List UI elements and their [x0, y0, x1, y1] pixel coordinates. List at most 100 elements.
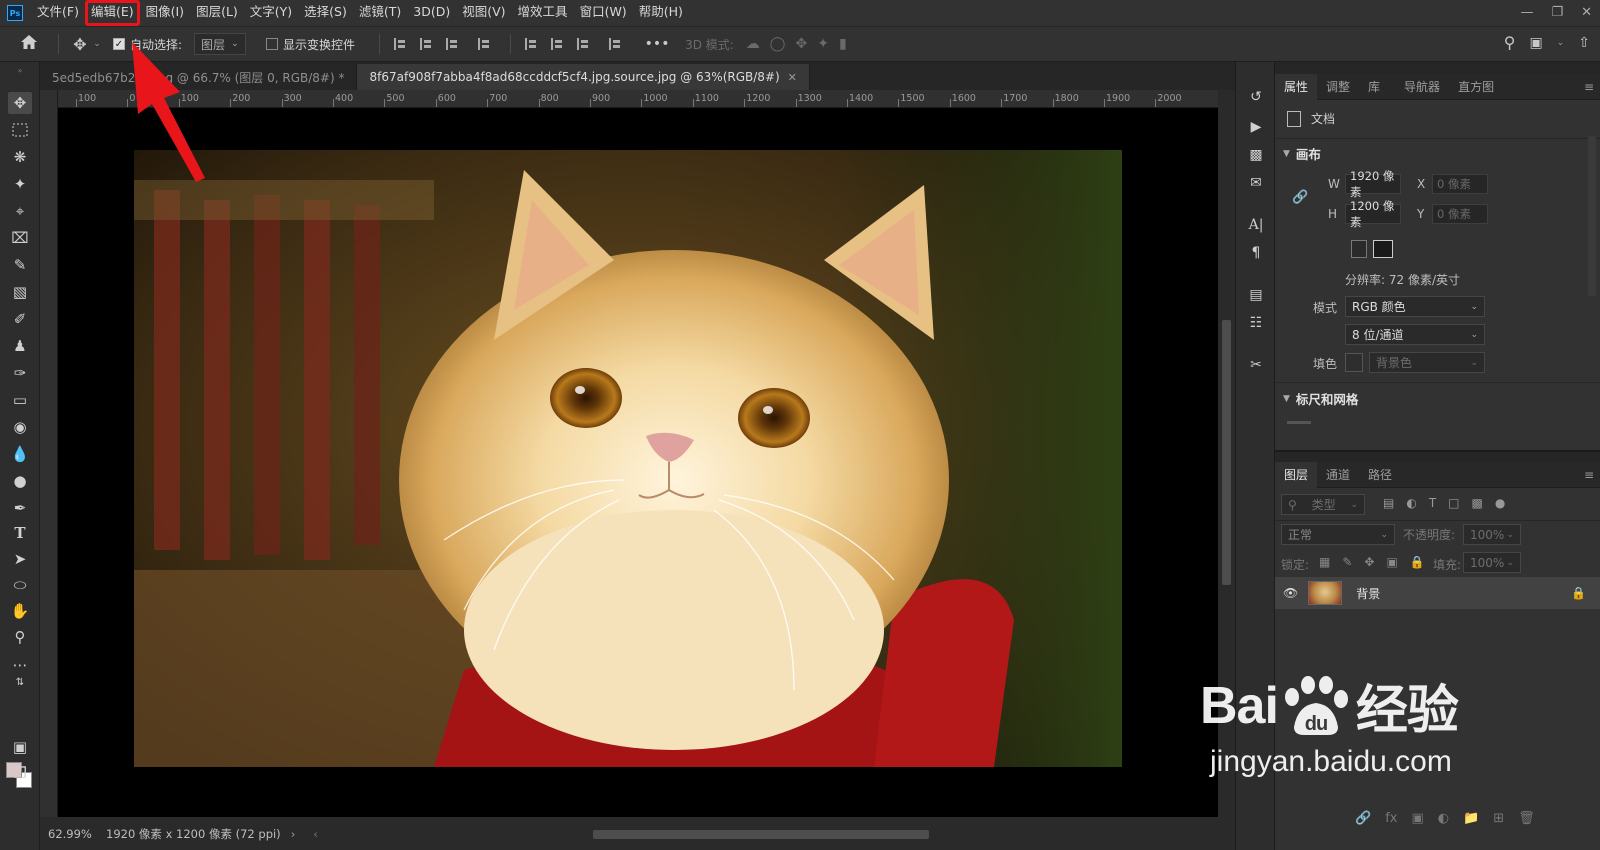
canvas-area[interactable] [58, 108, 1218, 817]
video-camera-icon[interactable]: ▮ [839, 36, 847, 52]
home-icon[interactable] [14, 34, 44, 54]
paragraph-icon[interactable]: ¶ [1245, 242, 1267, 264]
type-filter-icon[interactable]: T [1429, 496, 1436, 510]
tab-adjustments[interactable]: 调整 [1317, 74, 1359, 100]
bit-depth-dropdown[interactable]: 8 位/通道 ⌄ [1345, 324, 1485, 345]
link-icon[interactable]: 🔗 [1292, 190, 1308, 205]
panel-menu-icon[interactable]: ≡ [1584, 468, 1594, 482]
frame-tool-icon[interactable]: ⌧ [8, 227, 32, 249]
width-field[interactable]: 1920 像素 [1345, 169, 1401, 199]
type-tool-icon[interactable]: T [8, 522, 32, 544]
tools-preset-icon[interactable]: ✂ [1245, 354, 1267, 376]
rulers-grid-section-header[interactable]: ▼ 标尺和网格 [1283, 389, 1358, 408]
align-top-icon[interactable] [525, 38, 537, 50]
align-right-icon[interactable] [446, 38, 458, 50]
swap-colors-icon[interactable]: ⇅ [8, 676, 32, 688]
align-left-icon[interactable] [394, 38, 406, 50]
distribute-icon[interactable] [478, 38, 490, 50]
canvas-section-header[interactable]: ▼ 画布 [1283, 144, 1321, 163]
zoom-level[interactable]: 62.99% [48, 827, 98, 841]
quick-mask-icon[interactable]: ▣ [8, 736, 32, 758]
layer-effects-icon[interactable]: fx [1385, 811, 1397, 826]
checkbox-checked-icon[interactable]: ✓ [113, 38, 125, 50]
opacity-field[interactable]: 100% ⌄ [1463, 524, 1521, 545]
blend-mode-dropdown[interactable]: 正常 ⌄ [1281, 524, 1395, 545]
panel-menu-icon[interactable]: ≡ [1584, 80, 1594, 94]
fill-field[interactable]: 100% ⌄ [1463, 552, 1521, 573]
magic-wand-tool-icon[interactable]: ✦ [8, 173, 32, 195]
layer-lock-icon[interactable]: 🔒 [1571, 586, 1586, 600]
tab-document-1[interactable]: 5ed5edb67b274.jpg @ 66.7% (图层 0, RGB/8#)… [40, 64, 358, 90]
marquee-tool-icon[interactable] [8, 119, 32, 141]
more-options-icon[interactable]: ••• [643, 36, 671, 52]
layer-name[interactable]: 背景 [1356, 585, 1380, 602]
zoom-tool-icon[interactable]: ⚲ [8, 626, 32, 648]
minimize-icon[interactable]: — [1520, 5, 1533, 20]
character-icon[interactable]: A| [1245, 214, 1267, 236]
ellipse-tool-icon[interactable]: ⬭ [8, 574, 32, 596]
hand-tool-icon[interactable]: ✋ [8, 600, 32, 622]
document-image[interactable] [134, 150, 1122, 767]
tab-navigator[interactable]: 导航器 [1395, 74, 1449, 100]
orbit-3d-icon[interactable]: ☁ [746, 36, 760, 52]
scrollbar-thumb[interactable] [1222, 320, 1231, 585]
menu-select[interactable]: 选择(S) [298, 0, 353, 26]
search-icon[interactable]: ⚲ [1504, 33, 1516, 52]
align-center-icon[interactable] [420, 38, 432, 50]
checkbox-unchecked-icon[interactable] [266, 38, 279, 50]
lasso-tool-icon[interactable]: ❋ [8, 146, 32, 168]
delete-layer-icon[interactable]: 🗑 [1518, 811, 1535, 826]
actions-play-icon[interactable]: ▶ [1245, 116, 1267, 138]
close-tab-icon[interactable]: ✕ [788, 71, 797, 84]
menu-help[interactable]: 帮助(H) [633, 0, 689, 26]
fill-color-swatch[interactable] [1345, 353, 1363, 372]
menu-image[interactable]: 图像(I) [140, 0, 190, 26]
tab-libraries[interactable]: 库 [1359, 74, 1389, 100]
history-brush-tool-icon[interactable]: ✑ [8, 362, 32, 384]
libraries-icon[interactable]: ▤ [1245, 284, 1267, 306]
menu-window[interactable]: 窗口(W) [574, 0, 633, 26]
pixel-filter-icon[interactable]: ▤ [1383, 496, 1394, 510]
menu-layer[interactable]: 图层(L) [190, 0, 244, 26]
tab-channels[interactable]: 通道 [1317, 462, 1359, 488]
x-field[interactable]: 0 像素 [1432, 174, 1488, 194]
close-icon[interactable]: ✕ [1581, 5, 1592, 20]
adjustment-layer-icon[interactable]: ◐ [1438, 811, 1449, 826]
comments-icon[interactable]: ✉ [1245, 172, 1267, 194]
lock-all-icon[interactable]: 🔒 [1410, 555, 1425, 569]
menu-view[interactable]: 视图(V) [456, 0, 511, 26]
tab-paths[interactable]: 路径 [1359, 462, 1401, 488]
height-field[interactable]: 1200 像素 [1345, 199, 1401, 229]
path-selection-tool-icon[interactable]: ➤ [8, 548, 32, 570]
properties-scrollbar[interactable] [1588, 136, 1596, 296]
chevron-left-icon[interactable]: ‹ [313, 827, 318, 841]
filter-toggle-icon[interactable]: ● [1495, 496, 1505, 510]
plugins-icon[interactable]: ▩ [1245, 144, 1267, 166]
portrait-orientation-icon[interactable] [1351, 240, 1367, 258]
move-tool-icon[interactable]: ✥ [69, 35, 91, 54]
chevron-down-icon[interactable]: ⌄ [1557, 38, 1565, 48]
collapse-icon[interactable]: » [8, 66, 32, 75]
slide-3d-icon[interactable]: ✦ [817, 36, 829, 52]
tab-layers[interactable]: 图层 [1275, 461, 1318, 488]
crop-tool-icon[interactable]: ⌖ [8, 200, 32, 222]
chevron-down-icon[interactable]: ⌄ [91, 39, 103, 49]
menu-filter[interactable]: 滤镜(T) [353, 0, 407, 26]
visibility-eye-icon[interactable]: 👁 [1283, 586, 1298, 600]
drag-3d-icon[interactable]: ✥ [795, 36, 807, 52]
auto-select-dropdown[interactable]: 图层 ⌄ [194, 33, 247, 55]
color-mode-dropdown[interactable]: RGB 颜色 ⌄ [1345, 296, 1485, 317]
edit-toolbar-icon[interactable]: ⋯ [8, 654, 32, 676]
tab-histogram[interactable]: 直方图 [1449, 74, 1503, 100]
menu-3d[interactable]: 3D(D) [407, 0, 456, 26]
add-mask-icon[interactable]: ▣ [1411, 811, 1423, 826]
share-icon[interactable]: ⇧ [1578, 35, 1590, 51]
lock-image-icon[interactable]: ✎ [1342, 555, 1352, 569]
blur-tool-icon[interactable]: 💧 [8, 443, 32, 465]
healing-brush-tool-icon[interactable]: ▧ [8, 281, 32, 303]
fill-dropdown[interactable]: 背景色 ⌄ [1369, 352, 1485, 373]
layer-filter-dropdown[interactable]: ⚲ 类型 ⌄ [1281, 494, 1365, 515]
new-group-icon[interactable]: 📁 [1463, 811, 1479, 826]
smart-object-filter-icon[interactable]: ▩ [1472, 496, 1483, 510]
link-layers-icon[interactable]: 🔗 [1355, 811, 1371, 826]
